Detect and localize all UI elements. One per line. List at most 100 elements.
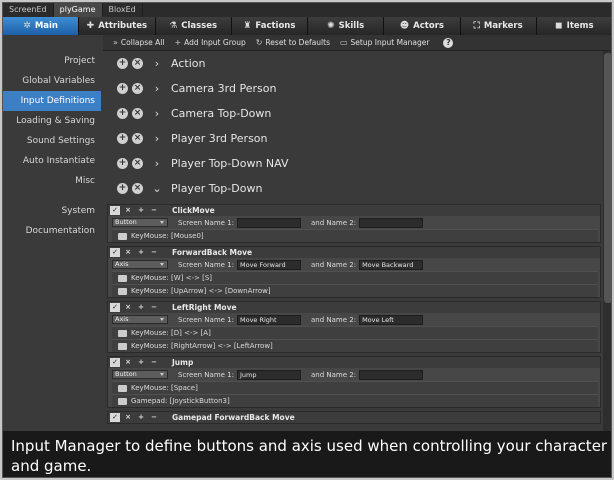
remove-circle-icon[interactable]: × xyxy=(132,158,143,169)
delete-icon[interactable]: × xyxy=(123,413,133,422)
screen-name-2-field[interactable] xyxy=(359,217,424,228)
keymouse-binding[interactable]: KeyMouse: [RightArrow] <-> [LeftArrow] xyxy=(112,339,598,352)
input-type-select[interactable]: Axis xyxy=(112,260,168,269)
sidebar-item-input-definitions[interactable]: Input Definitions xyxy=(3,91,101,111)
tab-markers[interactable]: ⛶ Markers xyxy=(460,17,537,35)
plus-icon[interactable]: + xyxy=(136,206,146,215)
screen-name-2-field[interactable]: Move Backward xyxy=(359,259,424,270)
sidebar-item-loading-saving[interactable]: Loading & Saving xyxy=(3,111,101,131)
keymouse-binding[interactable]: KeyMouse: [Space] xyxy=(112,381,598,394)
screen-name-1-field[interactable]: Move Right xyxy=(236,314,301,325)
delete-icon[interactable]: × xyxy=(123,303,133,312)
scrollbar-thumb[interactable] xyxy=(604,53,611,303)
add-circle-icon[interactable]: + xyxy=(117,58,128,69)
check-icon[interactable]: ✓ xyxy=(110,413,120,422)
keymouse-binding[interactable]: KeyMouse: [W] <-> [S] xyxy=(112,271,598,284)
edit-icon[interactable] xyxy=(118,329,127,337)
screen-name-1-field[interactable]: Move Forward xyxy=(236,259,301,270)
help-icon[interactable]: ? xyxy=(443,37,454,48)
input-group[interactable]: + × › Player Top-Down NAV xyxy=(103,151,603,176)
setup-input-manager-button[interactable]: ▭ Setup Input Manager xyxy=(340,38,429,47)
minus-icon[interactable]: − xyxy=(149,303,159,312)
check-icon[interactable]: ✓ xyxy=(110,303,120,312)
tab-factions[interactable]: ♜ Factions xyxy=(231,17,308,35)
gamepad-binding[interactable]: Gamepad: [JoystickButton3] xyxy=(112,394,598,407)
tab-actors[interactable]: ☻ Actors xyxy=(384,17,461,35)
keymouse-binding[interactable]: KeyMouse: [UpArrow] <-> [DownArrow] xyxy=(112,284,598,297)
delete-icon[interactable]: × xyxy=(123,358,133,367)
edit-icon[interactable] xyxy=(118,232,127,240)
screen-name-2-field[interactable] xyxy=(359,369,424,380)
plus-icon[interactable]: + xyxy=(136,303,146,312)
edit-icon[interactable] xyxy=(118,384,127,392)
vertical-scrollbar[interactable] xyxy=(603,51,611,431)
minus-icon[interactable]: − xyxy=(149,248,159,257)
sidebar-item-auto-instantiate[interactable]: Auto Instantiate xyxy=(3,151,101,171)
chevron-right-icon[interactable]: › xyxy=(151,57,163,70)
minus-icon[interactable]: − xyxy=(149,206,159,215)
input-type-select[interactable]: Axis xyxy=(112,315,168,324)
edit-icon[interactable] xyxy=(118,397,127,405)
screen-name-1-field[interactable]: Jump xyxy=(236,369,301,380)
sidebar-item-global-variables[interactable]: Global Variables xyxy=(3,71,101,91)
add-circle-icon[interactable]: + xyxy=(117,83,128,94)
tab-items[interactable]: ◼ Items xyxy=(536,17,611,35)
plus-icon[interactable]: + xyxy=(136,413,146,422)
delete-icon[interactable]: × xyxy=(123,206,133,215)
plus-icon[interactable]: + xyxy=(136,358,146,367)
minus-icon[interactable]: − xyxy=(149,358,159,367)
window-tab-bloxed[interactable]: BloxEd xyxy=(103,3,143,17)
window-tab-screened[interactable]: ScreenEd xyxy=(3,3,54,17)
input-group-expanded[interactable]: + × ⌄ Player Top-Down xyxy=(103,176,603,201)
minus-icon[interactable]: − xyxy=(149,413,159,422)
sidebar-item-misc[interactable]: Misc xyxy=(3,171,101,191)
screen-name-1-field[interactable] xyxy=(236,217,301,228)
tab-skills[interactable]: ✺ Skills xyxy=(308,17,385,35)
remove-circle-icon[interactable]: × xyxy=(132,183,143,194)
collapse-all-button[interactable]: » Collapse All xyxy=(113,38,164,47)
tab-main[interactable]: ✲ Main xyxy=(3,17,80,35)
input-group[interactable]: + × › Action xyxy=(103,51,603,76)
edit-icon[interactable] xyxy=(118,287,127,295)
add-circle-icon[interactable]: + xyxy=(117,108,128,119)
remove-circle-icon[interactable]: × xyxy=(132,133,143,144)
input-group[interactable]: + × › Camera Top-Down xyxy=(103,101,603,126)
keymouse-binding[interactable]: KeyMouse: [Mouse0] xyxy=(112,229,598,242)
sidebar-item-project[interactable]: Project xyxy=(3,51,101,71)
check-icon[interactable]: ✓ xyxy=(110,248,120,257)
tab-attributes[interactable]: ✚ Attributes xyxy=(79,17,156,35)
keymouse-binding[interactable]: KeyMouse: [D] <-> [A] xyxy=(112,326,598,339)
edit-icon[interactable] xyxy=(118,274,127,282)
add-input-group-button[interactable]: + Add Input Group xyxy=(174,38,245,47)
window-tab-plygame[interactable]: plyGame xyxy=(53,3,103,17)
input-group[interactable]: + × › Camera 3rd Person xyxy=(103,76,603,101)
remove-circle-icon[interactable]: × xyxy=(132,83,143,94)
chevron-right-icon[interactable]: › xyxy=(151,157,163,170)
chevron-down-icon[interactable]: ⌄ xyxy=(151,182,163,195)
remove-circle-icon[interactable]: × xyxy=(132,108,143,119)
add-circle-icon[interactable]: + xyxy=(117,133,128,144)
reset-defaults-button[interactable]: ↻ Reset to Defaults xyxy=(256,38,330,47)
keymouse-label: KeyMouse: xyxy=(131,342,169,350)
check-icon[interactable]: ✓ xyxy=(110,206,120,215)
edit-icon[interactable] xyxy=(118,342,127,350)
keymouse-label: KeyMouse: xyxy=(131,384,169,392)
tab-classes[interactable]: ⚗ Classes xyxy=(155,17,232,35)
sidebar-item-documentation[interactable]: Documentation xyxy=(3,221,101,241)
plus-icon[interactable]: + xyxy=(136,248,146,257)
remove-circle-icon[interactable]: × xyxy=(132,58,143,69)
screen-name-2-field[interactable]: Move Left xyxy=(359,314,424,325)
chevron-right-icon[interactable]: › xyxy=(151,82,163,95)
chevron-right-icon[interactable]: › xyxy=(151,132,163,145)
input-definition-card: ✓ × + − LeftRight Move Axis Screen Name 1: Mov… xyxy=(107,301,601,353)
add-circle-icon[interactable]: + xyxy=(117,183,128,194)
input-type-select[interactable]: Button xyxy=(112,218,168,227)
sidebar-item-sound-settings[interactable]: Sound Settings xyxy=(3,131,101,151)
add-circle-icon[interactable]: + xyxy=(117,158,128,169)
chevron-right-icon[interactable]: › xyxy=(151,107,163,120)
sidebar-item-system[interactable]: System xyxy=(3,201,101,221)
delete-icon[interactable]: × xyxy=(123,248,133,257)
check-icon[interactable]: ✓ xyxy=(110,358,120,367)
input-group[interactable]: + × › Player 3rd Person xyxy=(103,126,603,151)
input-type-select[interactable]: Button xyxy=(112,370,168,379)
